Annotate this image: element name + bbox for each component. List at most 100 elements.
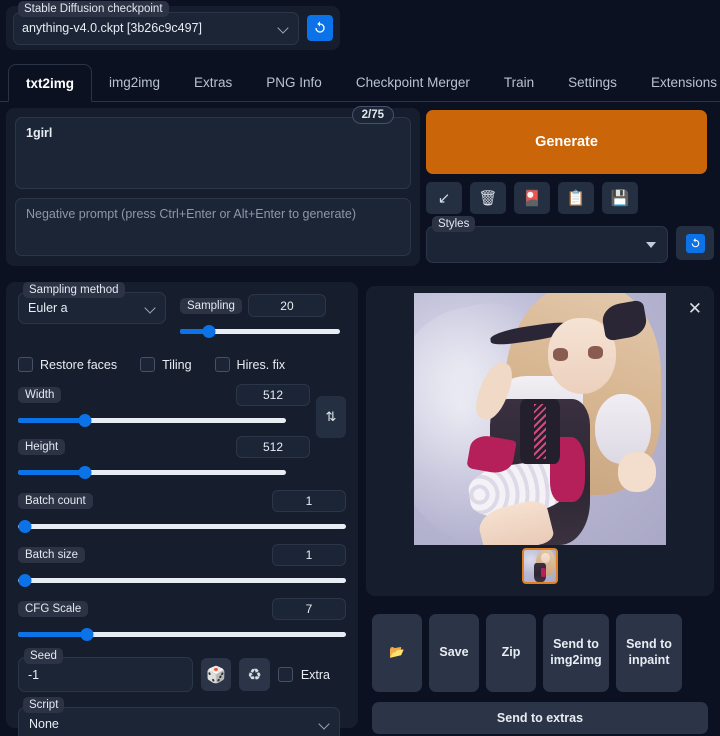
batch-count-slider[interactable] (18, 519, 346, 533)
batch-size-label: Batch size (18, 547, 86, 563)
sampling-steps-slider[interactable] (180, 324, 340, 338)
seed-input[interactable]: Seed -1 (18, 648, 193, 692)
tab-extensions[interactable]: Extensions (634, 63, 720, 101)
refresh-checkpoints-button[interactable] (307, 15, 333, 41)
reuse-seed-button[interactable]: ♻ (239, 658, 270, 691)
height-label: Height (18, 439, 66, 455)
clear-prompt-button[interactable]: 🗑 (470, 182, 506, 214)
height-slider[interactable] (18, 465, 286, 479)
anime-girl-artwork (414, 293, 666, 545)
generated-image[interactable] (414, 293, 666, 545)
cfg-scale-value[interactable]: 7 (272, 598, 346, 620)
tab-checkpoint-merger[interactable]: Checkpoint Merger (339, 63, 487, 101)
checkpoint-label: Stable Diffusion checkpoint (18, 0, 169, 17)
batch-count-group: Batch count 1 (18, 490, 346, 533)
tab-train[interactable]: Train (487, 63, 551, 101)
sampling-steps-label: Sampling (180, 297, 242, 314)
gallery-thumbnail[interactable] (522, 548, 558, 584)
restore-progress-button[interactable]: ↙ (426, 182, 462, 214)
tab-img2img[interactable]: img2img (92, 63, 177, 101)
apply-style-button[interactable]: 🎴 (514, 182, 550, 214)
width-value[interactable]: 512 (236, 384, 310, 406)
script-value: None (29, 717, 59, 731)
send-to-extras-button[interactable]: Send to extras (372, 702, 708, 734)
tab-txt2img[interactable]: txt2img (8, 64, 93, 102)
image-action-row: 📂 Save Zip Send to img2img Send to inpai… (372, 614, 682, 692)
cfg-scale-group: CFG Scale 7 (18, 598, 346, 641)
slider-handle[interactable] (80, 628, 94, 641)
generate-button[interactable]: Generate (426, 110, 707, 174)
generate-column: Generate ↙ 🗑 🎴 📋 💾 Styles (426, 110, 714, 263)
refresh-icon (315, 21, 325, 33)
token-counter: 2/75 (351, 106, 394, 124)
folder-icon: 📂 (389, 645, 405, 660)
restore-progress-icon: ↙ (437, 190, 451, 207)
main-tab-bar: txt2img img2img Extras PNG Info Checkpoi… (0, 62, 720, 102)
extra-seed-label: Extra (300, 667, 330, 682)
send-to-inpaint-button[interactable]: Send to inpaint (616, 614, 682, 692)
width-label: Width (18, 387, 62, 403)
batch-count-value[interactable]: 1 (272, 490, 346, 512)
tiling-label: Tiling (162, 357, 192, 372)
batch-size-group: Batch size 1 (18, 544, 346, 587)
chevron-down-icon (279, 23, 289, 33)
paste-params-button[interactable]: 📋 (558, 182, 594, 214)
hires-fix-checkbox[interactable] (214, 357, 230, 372)
chevron-down-icon (320, 719, 330, 729)
seed-label: Seed (24, 648, 63, 664)
sampler-steps-row: Sampling method Euler a Sampling 20 (18, 282, 346, 338)
recycle-icon: ♻ (247, 666, 262, 684)
cfg-scale-label: CFG Scale (18, 601, 89, 617)
tiling-checkbox[interactable] (140, 357, 156, 372)
seed-row: Seed -1 🎲 ♻ Extra (18, 648, 346, 692)
batch-size-value[interactable]: 1 (272, 544, 346, 566)
swap-dimensions-icon: ⇅ (325, 409, 337, 424)
tab-extras[interactable]: Extras (177, 63, 249, 101)
checkpoint-select[interactable]: Stable Diffusion checkpoint anything-v4.… (13, 0, 299, 45)
checkpoint-value: anything-v4.0.ckpt [3b26c9c497] (22, 21, 202, 35)
restore-faces-checkbox[interactable] (18, 357, 33, 372)
slider-handle[interactable] (18, 574, 32, 587)
save-style-button[interactable]: 💾 (602, 182, 638, 214)
script-group: Script None (18, 697, 346, 736)
sampling-method-label: Sampling method (23, 282, 125, 298)
apply-style-icon: 🎴 (522, 190, 542, 207)
refresh-styles-button[interactable] (676, 226, 714, 260)
chevron-down-icon (646, 242, 657, 248)
sampling-method-value: Euler a (28, 301, 68, 315)
refresh-icon (691, 237, 699, 247)
sampling-steps-group: Sampling 20 (180, 292, 340, 338)
script-select[interactable]: None (18, 707, 340, 736)
height-value[interactable]: 512 (236, 436, 310, 458)
result-gallery-panel: ✕ (366, 286, 714, 596)
paste-icon: 📋 (566, 190, 586, 207)
width-header: Width 512 (18, 384, 346, 406)
hires-fix-label: Hires. fix (236, 357, 286, 372)
tab-png-info[interactable]: PNG Info (249, 63, 339, 101)
slider-handle[interactable] (78, 466, 92, 479)
sampling-method-group: Sampling method Euler a (18, 282, 166, 338)
styles-select[interactable]: Styles (426, 216, 669, 263)
send-to-img2img-button[interactable]: Send to img2img (543, 614, 609, 692)
width-slider[interactable] (18, 413, 286, 427)
slider-handle[interactable] (78, 414, 92, 427)
script-label: Script (23, 697, 65, 713)
checkpoint-bar: Stable Diffusion checkpoint anything-v4.… (6, 0, 340, 50)
open-folder-button[interactable]: 📂 (372, 614, 422, 692)
slider-handle[interactable] (202, 325, 216, 338)
sampling-steps-value[interactable]: 20 (247, 294, 326, 317)
extra-seed-checkbox[interactable] (277, 667, 293, 682)
prompt-input[interactable]: 1girl (15, 117, 411, 189)
swap-dimensions-button[interactable]: ⇅ (316, 396, 346, 438)
slider-handle[interactable] (18, 520, 32, 533)
height-header: Height 512 (18, 436, 346, 458)
close-icon[interactable]: ✕ (688, 300, 702, 317)
cfg-scale-slider[interactable] (18, 627, 346, 641)
negative-prompt-input[interactable]: Negative prompt (press Ctrl+Enter or Alt… (15, 198, 411, 256)
random-seed-button[interactable]: 🎲 (200, 658, 232, 691)
zip-button[interactable]: Zip (486, 614, 536, 692)
feature-checkbox-row: Restore faces Tiling Hires. fix (18, 357, 346, 372)
save-button[interactable]: Save (429, 614, 479, 692)
tab-settings[interactable]: Settings (551, 63, 634, 101)
batch-size-slider[interactable] (18, 573, 346, 587)
